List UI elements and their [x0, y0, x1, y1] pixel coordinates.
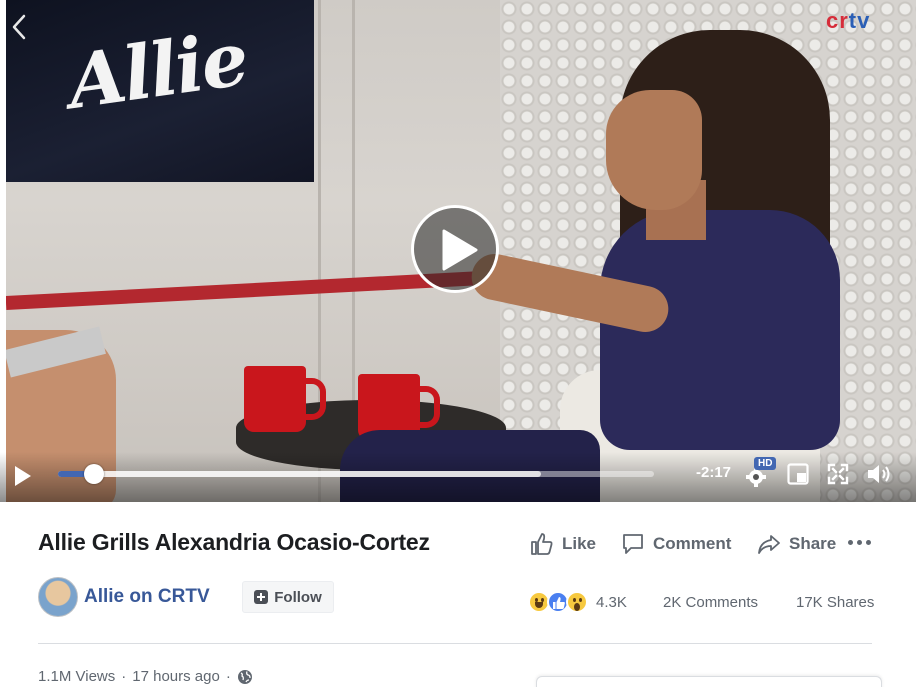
video-controls-bar: -2:17 HD	[0, 452, 916, 502]
meta-separator: ·	[121, 668, 127, 685]
more-dots-icon[interactable]	[848, 534, 872, 550]
meta-separator: ·	[225, 668, 231, 685]
video-left-edge	[0, 0, 6, 502]
comments-count[interactable]: 2K Comments	[663, 594, 758, 611]
studio-logo-screen: Allie	[6, 0, 314, 182]
follow-button[interactable]: Follow	[242, 581, 334, 613]
comment-bubble-icon	[623, 534, 643, 554]
share-label: Share	[789, 534, 837, 553]
post-timestamp[interactable]: 17 hours ago	[132, 668, 220, 685]
more-dot	[866, 539, 871, 545]
play-icon	[442, 229, 478, 271]
reaction-count[interactable]: 4.3K	[596, 594, 627, 611]
divider	[38, 643, 872, 644]
mouth	[574, 603, 580, 611]
comment-label: Comment	[653, 534, 732, 553]
crtv-logo-part1: cr	[826, 8, 849, 33]
play-icon[interactable]	[12, 464, 34, 488]
share-arrow-icon	[758, 535, 780, 554]
globe-icon	[237, 669, 252, 684]
guest-face	[606, 90, 702, 210]
crtv-logo-part2: tv	[848, 8, 871, 33]
post-meta: 1.1M Views · 17 hours ago ·	[38, 668, 253, 685]
more-dot	[848, 539, 853, 545]
comment-button[interactable]: Comment	[621, 530, 731, 558]
buffered-progress	[58, 471, 541, 477]
volume-icon[interactable]	[866, 462, 894, 486]
thumbs-up-icon	[531, 533, 553, 555]
scrubber-handle[interactable]	[83, 464, 104, 484]
big-play-button[interactable]	[411, 205, 499, 293]
shares-count[interactable]: 17K Shares	[796, 594, 874, 611]
wow-reaction-icon	[566, 591, 588, 613]
reaction-icons[interactable]	[528, 591, 592, 613]
like-label: Like	[562, 534, 597, 553]
video-title: Allie Grills Alexandria Ocasio-Cortez	[38, 529, 430, 555]
hd-badge: HD	[754, 457, 777, 470]
eye	[579, 598, 582, 602]
like-button[interactable]: Like	[530, 530, 596, 558]
eye	[573, 598, 576, 602]
more-dot	[857, 539, 862, 545]
time-remaining: -2:17	[696, 464, 732, 481]
red-mug	[244, 366, 326, 432]
back-chevron-icon[interactable]	[8, 12, 32, 42]
mouth	[535, 602, 543, 608]
plus-icon	[254, 590, 269, 604]
share-button[interactable]: Share	[757, 530, 836, 558]
page-name-link[interactable]: Allie on CRTV	[84, 586, 210, 608]
picture-in-picture-icon[interactable]	[787, 463, 809, 485]
follow-label: Follow	[274, 588, 322, 606]
fullscreen-icon[interactable]	[827, 463, 849, 485]
views-count: 1.1M Views	[38, 668, 116, 685]
studio-screen-logo: Allie	[62, 15, 252, 127]
crtv-logo: crtv	[826, 8, 870, 34]
progress-scrubber[interactable]	[58, 464, 654, 484]
side-card-peek	[536, 676, 882, 687]
page-avatar[interactable]	[38, 577, 78, 617]
video-player[interactable]: Allie crtv -2:17 HD	[0, 0, 916, 502]
